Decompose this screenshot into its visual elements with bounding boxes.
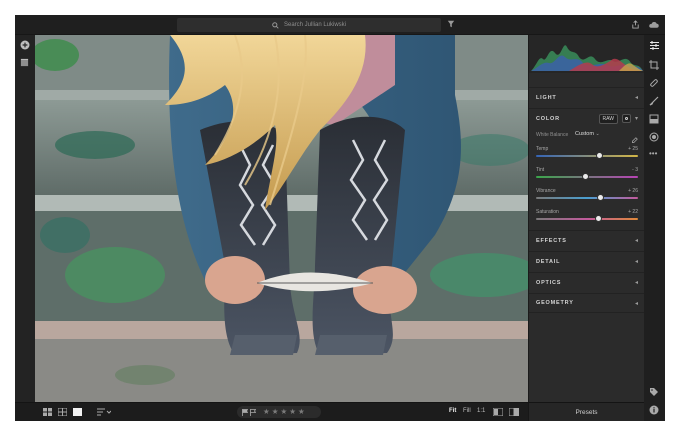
chevron-left-icon: ◂ [634,259,638,265]
chevron-left-icon: ◂ [634,95,638,101]
bw-toggle-icon[interactable] [621,114,631,123]
chevron-down-icon: ▾ [634,116,638,122]
left-rail [15,35,35,415]
star-4-icon[interactable]: ★ [289,408,296,416]
tag-icon[interactable] [649,387,659,397]
zoom-fit[interactable]: Fit [449,408,456,414]
star-1-icon[interactable]: ★ [263,408,270,416]
chevron-left-icon: ◂ [634,238,638,244]
presets-button[interactable]: Presets [528,403,644,421]
flag-pick-icon[interactable] [242,408,248,416]
sort-icon[interactable] [97,408,111,416]
chevron-left-icon: ◂ [634,300,638,307]
photo-canvas[interactable] [35,35,528,402]
linear-gradient-icon[interactable] [649,114,659,124]
star-2-icon[interactable]: ★ [272,408,279,416]
section-detail[interactable]: DETAIL ◂ [529,251,645,271]
flag-reject-icon[interactable] [250,408,256,416]
zoom-1-1[interactable]: 1:1 [477,408,485,414]
bottom-bar: ★ ★ ★ ★ ★ Fit Fill 1:1 Presets [15,402,644,421]
compare-icon[interactable] [493,408,503,416]
healing-brush-icon[interactable] [649,78,659,88]
section-geometry-label: GEOMETRY [536,300,574,306]
presets-label: Presets [575,409,598,416]
section-light-label: LIGHT [536,94,557,101]
white-balance-row: White Balance Custom ⌄ [536,131,638,143]
search-placeholder: Search Jullian Lukiwski [283,22,347,28]
section-color-label: COLOR [536,115,560,122]
flag-rating-bar: ★ ★ ★ ★ ★ [237,406,321,418]
vibrance-knob[interactable] [596,194,604,201]
star-5-icon[interactable]: ★ [298,408,305,416]
section-optics-label: OPTICS [536,279,562,286]
zoom-fill[interactable]: Fill [463,408,471,414]
vibrance-track [536,197,638,199]
right-tool-rail: ••• [644,35,665,421]
temp-knob[interactable] [595,152,603,159]
cloud-icon[interactable] [648,21,659,29]
more-icon[interactable]: ••• [649,149,657,158]
tint-knob[interactable] [582,173,590,180]
radial-gradient-icon[interactable] [649,132,659,142]
detail-view-icon[interactable] [73,408,82,416]
add-photos-icon[interactable] [20,40,30,50]
section-detail-label: DETAIL [536,258,561,265]
edit-panel: LIGHT ◂ COLOR RAW ▾ White Balance Custom… [528,35,645,402]
star-3-icon[interactable]: ★ [280,408,287,416]
top-bar: Search Jullian Lukiwski [15,15,665,35]
section-color[interactable]: COLOR RAW ▾ [529,108,645,128]
white-balance-select[interactable]: Custom ⌄ [575,131,600,137]
section-effects[interactable]: EFFECTS ◂ [529,230,645,250]
saturation-track [536,218,638,220]
brush-icon[interactable] [649,96,659,106]
library-icon[interactable] [20,58,29,67]
search-icon [272,21,279,29]
histogram [529,35,645,73]
grid-view-icon[interactable] [43,408,52,416]
lightroom-window: Search Jullian Lukiwski LIGHT ◂ COLOR RA… [15,15,665,421]
chevron-left-icon: ◂ [634,280,638,286]
before-after-icon[interactable] [509,408,519,416]
section-light[interactable]: LIGHT ◂ [529,87,645,107]
square-grid-icon[interactable] [58,408,67,416]
section-geometry[interactable]: GEOMETRY ◂ [529,293,645,313]
photo-image [35,35,528,402]
edit-sliders-icon[interactable] [649,41,660,50]
dropdown-icon: ⌄ [595,131,600,137]
section-optics[interactable]: OPTICS ◂ [529,272,645,292]
share-icon[interactable] [631,20,640,29]
temp-track [536,155,638,157]
saturation-knob[interactable] [594,215,602,222]
crop-icon[interactable] [649,60,659,70]
search-field[interactable]: Search Jullian Lukiwski [177,18,441,32]
raw-button[interactable]: RAW [598,113,618,124]
section-effects-label: EFFECTS [536,237,567,244]
filter-icon[interactable] [447,20,455,28]
info-icon[interactable] [649,405,659,415]
white-balance-label: White Balance [536,132,569,138]
